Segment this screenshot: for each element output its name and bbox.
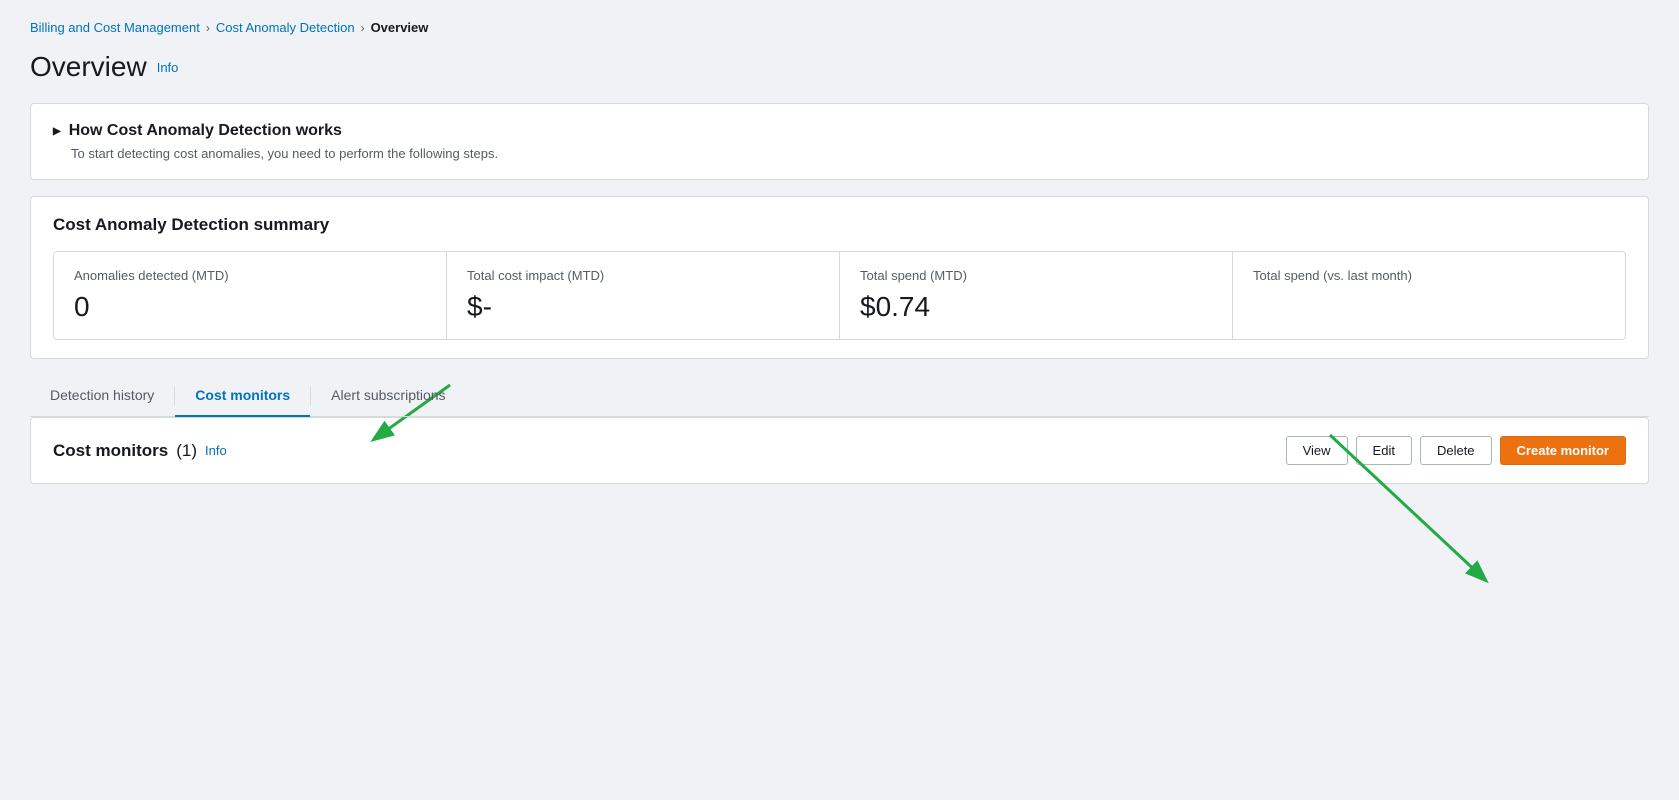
summary-card: Cost Anomaly Detection summary Anomalies… [30, 196, 1649, 359]
metric-anomalies-label: Anomalies detected (MTD) [74, 268, 426, 283]
metric-total-spend-vs-label: Total spend (vs. last month) [1253, 268, 1605, 283]
tabs-container: Detection history Cost monitors Alert su… [30, 375, 1649, 417]
metric-total-spend-label: Total spend (MTD) [860, 268, 1212, 283]
cost-monitors-header: Cost monitors (1) Info View Edit Delete … [53, 436, 1626, 465]
expand-triangle-icon: ▶ [53, 126, 61, 137]
cost-monitors-title-group: Cost monitors (1) Info [53, 441, 227, 461]
metric-anomalies: Anomalies detected (MTD) 0 [54, 252, 447, 339]
view-button[interactable]: View [1286, 436, 1348, 465]
page-info-link[interactable]: Info [157, 60, 179, 75]
page-title-row: Overview Info [30, 51, 1649, 83]
how-it-works-header[interactable]: ▶ How Cost Anomaly Detection works [53, 122, 1626, 140]
how-it-works-title: How Cost Anomaly Detection works [69, 122, 342, 140]
cost-monitors-info-link[interactable]: Info [205, 443, 227, 458]
tab-cost-monitors[interactable]: Cost monitors [175, 375, 310, 417]
cost-monitors-actions: View Edit Delete Create monitor [1286, 436, 1626, 465]
create-monitor-button[interactable]: Create monitor [1500, 436, 1626, 465]
metric-total-spend-value: $0.74 [860, 291, 1212, 323]
summary-section: Cost Anomaly Detection summary Anomalies… [31, 197, 1648, 358]
summary-metrics: Anomalies detected (MTD) 0 Total cost im… [53, 251, 1626, 340]
metric-cost-impact-label: Total cost impact (MTD) [467, 268, 819, 283]
tabs-section: Detection history Cost monitors Alert su… [30, 375, 1649, 484]
page-title: Overview [30, 51, 147, 83]
how-it-works-card: ▶ How Cost Anomaly Detection works To st… [30, 103, 1649, 180]
breadcrumb-detection[interactable]: Cost Anomaly Detection [216, 20, 355, 35]
summary-title: Cost Anomaly Detection summary [53, 215, 1626, 235]
cost-monitors-count: (1) [176, 441, 197, 461]
metric-total-spend: Total spend (MTD) $0.74 [840, 252, 1233, 339]
breadcrumb-billing[interactable]: Billing and Cost Management [30, 20, 200, 35]
breadcrumb-current: Overview [371, 20, 429, 35]
metric-anomalies-value: 0 [74, 291, 426, 323]
edit-button[interactable]: Edit [1356, 436, 1412, 465]
how-it-works-section: ▶ How Cost Anomaly Detection works To st… [31, 104, 1648, 179]
delete-button[interactable]: Delete [1420, 436, 1492, 465]
cost-monitors-card: Cost monitors (1) Info View Edit Delete … [30, 417, 1649, 484]
metric-total-spend-vs: Total spend (vs. last month) [1233, 252, 1625, 339]
how-it-works-description: To start detecting cost anomalies, you n… [71, 146, 1626, 161]
metric-cost-impact-value: $- [467, 291, 819, 323]
metric-cost-impact: Total cost impact (MTD) $- [447, 252, 840, 339]
breadcrumb-separator-2: › [361, 21, 365, 35]
tab-alert-subscriptions[interactable]: Alert subscriptions [311, 375, 465, 417]
cost-monitors-title: Cost monitors [53, 441, 168, 461]
breadcrumb-separator-1: › [206, 21, 210, 35]
page-container: Billing and Cost Management › Cost Anoma… [0, 0, 1679, 504]
tab-detection-history[interactable]: Detection history [30, 375, 174, 417]
breadcrumb: Billing and Cost Management › Cost Anoma… [30, 20, 1649, 35]
